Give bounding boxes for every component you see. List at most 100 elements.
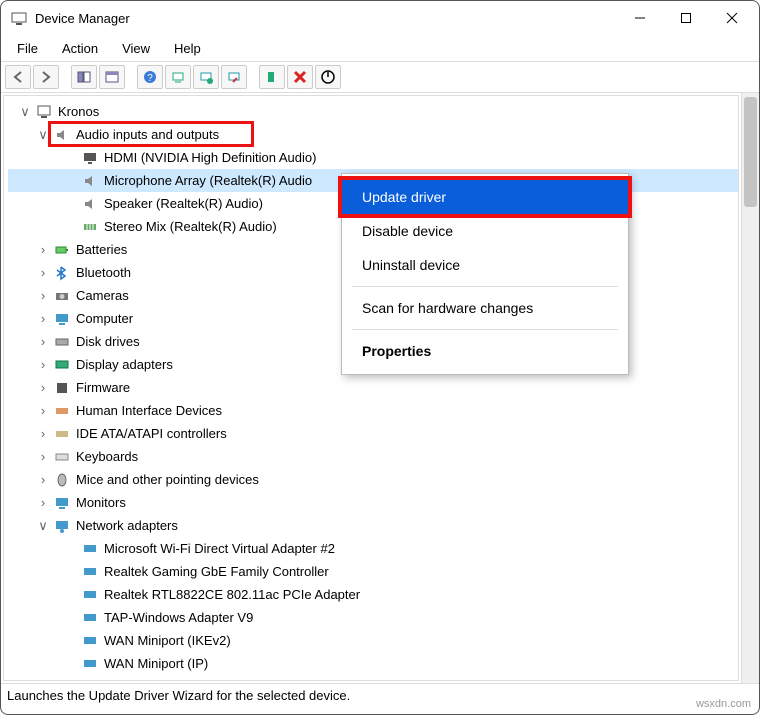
- tree-label: Speaker (Realtek(R) Audio): [100, 196, 263, 211]
- ctx-scan-hardware[interactable]: Scan for hardware changes: [342, 291, 628, 325]
- close-button[interactable]: [709, 3, 755, 33]
- tree-label: Computer: [72, 311, 133, 326]
- speaker-icon: [52, 126, 72, 144]
- maximize-button[interactable]: [663, 3, 709, 33]
- ctx-separator: [352, 286, 618, 287]
- tree-category-keyboards[interactable]: › Keyboards: [8, 445, 738, 468]
- chevron-down-icon[interactable]: ∨: [34, 518, 52, 534]
- tree-category-mice[interactable]: › Mice and other pointing devices: [8, 468, 738, 491]
- ide-icon: [52, 425, 72, 443]
- svg-text:?: ?: [147, 73, 153, 84]
- ctx-disable-device[interactable]: Disable device: [342, 214, 628, 248]
- mouse-icon: [52, 471, 72, 489]
- menubar: File Action View Help: [1, 35, 759, 61]
- nic-icon: [80, 655, 100, 673]
- menu-file[interactable]: File: [7, 39, 48, 58]
- tree-category-network[interactable]: ∨ Network adapters: [8, 514, 738, 537]
- ctx-uninstall-device[interactable]: Uninstall device: [342, 248, 628, 282]
- chevron-right-icon[interactable]: ›: [34, 334, 52, 349]
- chevron-right-icon[interactable]: ›: [34, 495, 52, 510]
- tree-label: Mice and other pointing devices: [72, 472, 259, 487]
- chevron-right-icon[interactable]: ›: [34, 403, 52, 418]
- tree-category-audio[interactable]: ∨ Audio inputs and outputs: [8, 123, 738, 146]
- enable-device-button[interactable]: [315, 65, 341, 89]
- menu-action[interactable]: Action: [52, 39, 108, 58]
- chevron-right-icon[interactable]: ›: [34, 242, 52, 257]
- tree-root[interactable]: ∨ Kronos: [8, 100, 738, 123]
- tree-item-wifi-direct[interactable]: Microsoft Wi-Fi Direct Virtual Adapter #…: [8, 537, 738, 560]
- add-device-button[interactable]: [259, 65, 285, 89]
- tree-category-ide[interactable]: ›IDE ATA/ATAPI controllers: [8, 422, 738, 445]
- tree-category-firmware[interactable]: › Firmware: [8, 376, 738, 399]
- chevron-right-icon[interactable]: ›: [34, 472, 52, 487]
- scan-hardware-button[interactable]: [165, 65, 191, 89]
- tree-label: Kronos: [54, 104, 99, 119]
- chevron-right-icon[interactable]: ›: [34, 265, 52, 280]
- tree-item-hdmi[interactable]: HDMI (NVIDIA High Definition Audio): [8, 146, 738, 169]
- status-bar: Launches the Update Driver Wizard for th…: [1, 683, 759, 707]
- minimize-button[interactable]: [617, 3, 663, 33]
- tree-label: WAN Miniport (IPv6): [100, 679, 222, 681]
- tree-label: Network adapters: [72, 518, 178, 533]
- scrollbar-thumb[interactable]: [744, 97, 757, 207]
- disk-icon: [52, 333, 72, 351]
- chevron-right-icon[interactable]: ›: [34, 288, 52, 303]
- chevron-right-icon[interactable]: ›: [34, 311, 52, 326]
- chevron-right-icon[interactable]: ›: [34, 357, 52, 372]
- mixer-icon: [80, 218, 100, 236]
- network-icon: [52, 517, 72, 535]
- nic-icon: [80, 632, 100, 650]
- gpu-icon: [52, 356, 72, 374]
- nic-icon: [80, 678, 100, 682]
- menu-view[interactable]: View: [112, 39, 160, 58]
- ctx-properties[interactable]: Properties: [342, 334, 628, 368]
- tree-label: Bluetooth: [72, 265, 131, 280]
- tree-item-realtek-wifi[interactable]: Realtek RTL8822CE 802.11ac PCIe Adapter: [8, 583, 738, 606]
- pc-icon: [52, 310, 72, 328]
- update-driver-highlight: Update driver: [338, 176, 632, 218]
- context-menu: Update driver Disable device Uninstall d…: [341, 173, 629, 375]
- tree-label: Disk drives: [72, 334, 140, 349]
- ctx-update-driver[interactable]: Update driver: [342, 180, 628, 214]
- chevron-right-icon[interactable]: ›: [34, 380, 52, 395]
- properties-toolbar-button[interactable]: [99, 65, 125, 89]
- tree-label: WAN Miniport (IKEv2): [100, 633, 231, 648]
- show-hide-tree-button[interactable]: [71, 65, 97, 89]
- tree-item-wan-ikev2[interactable]: WAN Miniport (IKEv2): [8, 629, 738, 652]
- tree-label: HDMI (NVIDIA High Definition Audio): [100, 150, 316, 165]
- tree-label: Firmware: [72, 380, 130, 395]
- help-button[interactable]: ?: [137, 65, 163, 89]
- app-icon: [11, 10, 27, 26]
- uninstall-button[interactable]: [287, 65, 313, 89]
- tree-item-wan-ipv6[interactable]: WAN Miniport (IPv6): [8, 675, 738, 681]
- chevron-down-icon[interactable]: ∨: [34, 127, 52, 143]
- tree-label: TAP-Windows Adapter V9: [100, 610, 253, 625]
- computer-icon: [34, 103, 54, 121]
- tree-label: Batteries: [72, 242, 127, 257]
- back-button[interactable]: [5, 65, 31, 89]
- disable-device-button[interactable]: [221, 65, 247, 89]
- chevron-right-icon[interactable]: ›: [34, 449, 52, 464]
- tree-category-monitors[interactable]: ›Monitors: [8, 491, 738, 514]
- tree-label: Microsoft Wi-Fi Direct Virtual Adapter #…: [100, 541, 335, 556]
- speaker-icon: [80, 172, 100, 190]
- menu-help[interactable]: Help: [164, 39, 211, 58]
- nic-icon: [80, 609, 100, 627]
- update-driver-button[interactable]: [193, 65, 219, 89]
- tree-label: Realtek RTL8822CE 802.11ac PCIe Adapter: [100, 587, 360, 602]
- chevron-right-icon[interactable]: ›: [34, 426, 52, 441]
- display-icon: [80, 149, 100, 167]
- vertical-scrollbar[interactable]: [741, 93, 759, 683]
- tree-label: Display adapters: [72, 357, 173, 372]
- ctx-separator: [352, 329, 618, 330]
- tree-item-realtek-gbe[interactable]: Realtek Gaming GbE Family Controller: [8, 560, 738, 583]
- tree-item-tap[interactable]: TAP-Windows Adapter V9: [8, 606, 738, 629]
- watermark: wsxdn.com: [696, 698, 751, 710]
- tree-category-hid[interactable]: ›Human Interface Devices: [8, 399, 738, 422]
- tree-label: Microphone Array (Realtek(R) Audio: [100, 173, 312, 188]
- chevron-down-icon[interactable]: ∨: [16, 104, 34, 120]
- tree-item-wan-ip[interactable]: WAN Miniport (IP): [8, 652, 738, 675]
- forward-button[interactable]: [33, 65, 59, 89]
- monitor-icon: [52, 494, 72, 512]
- tree-label: Keyboards: [72, 449, 138, 464]
